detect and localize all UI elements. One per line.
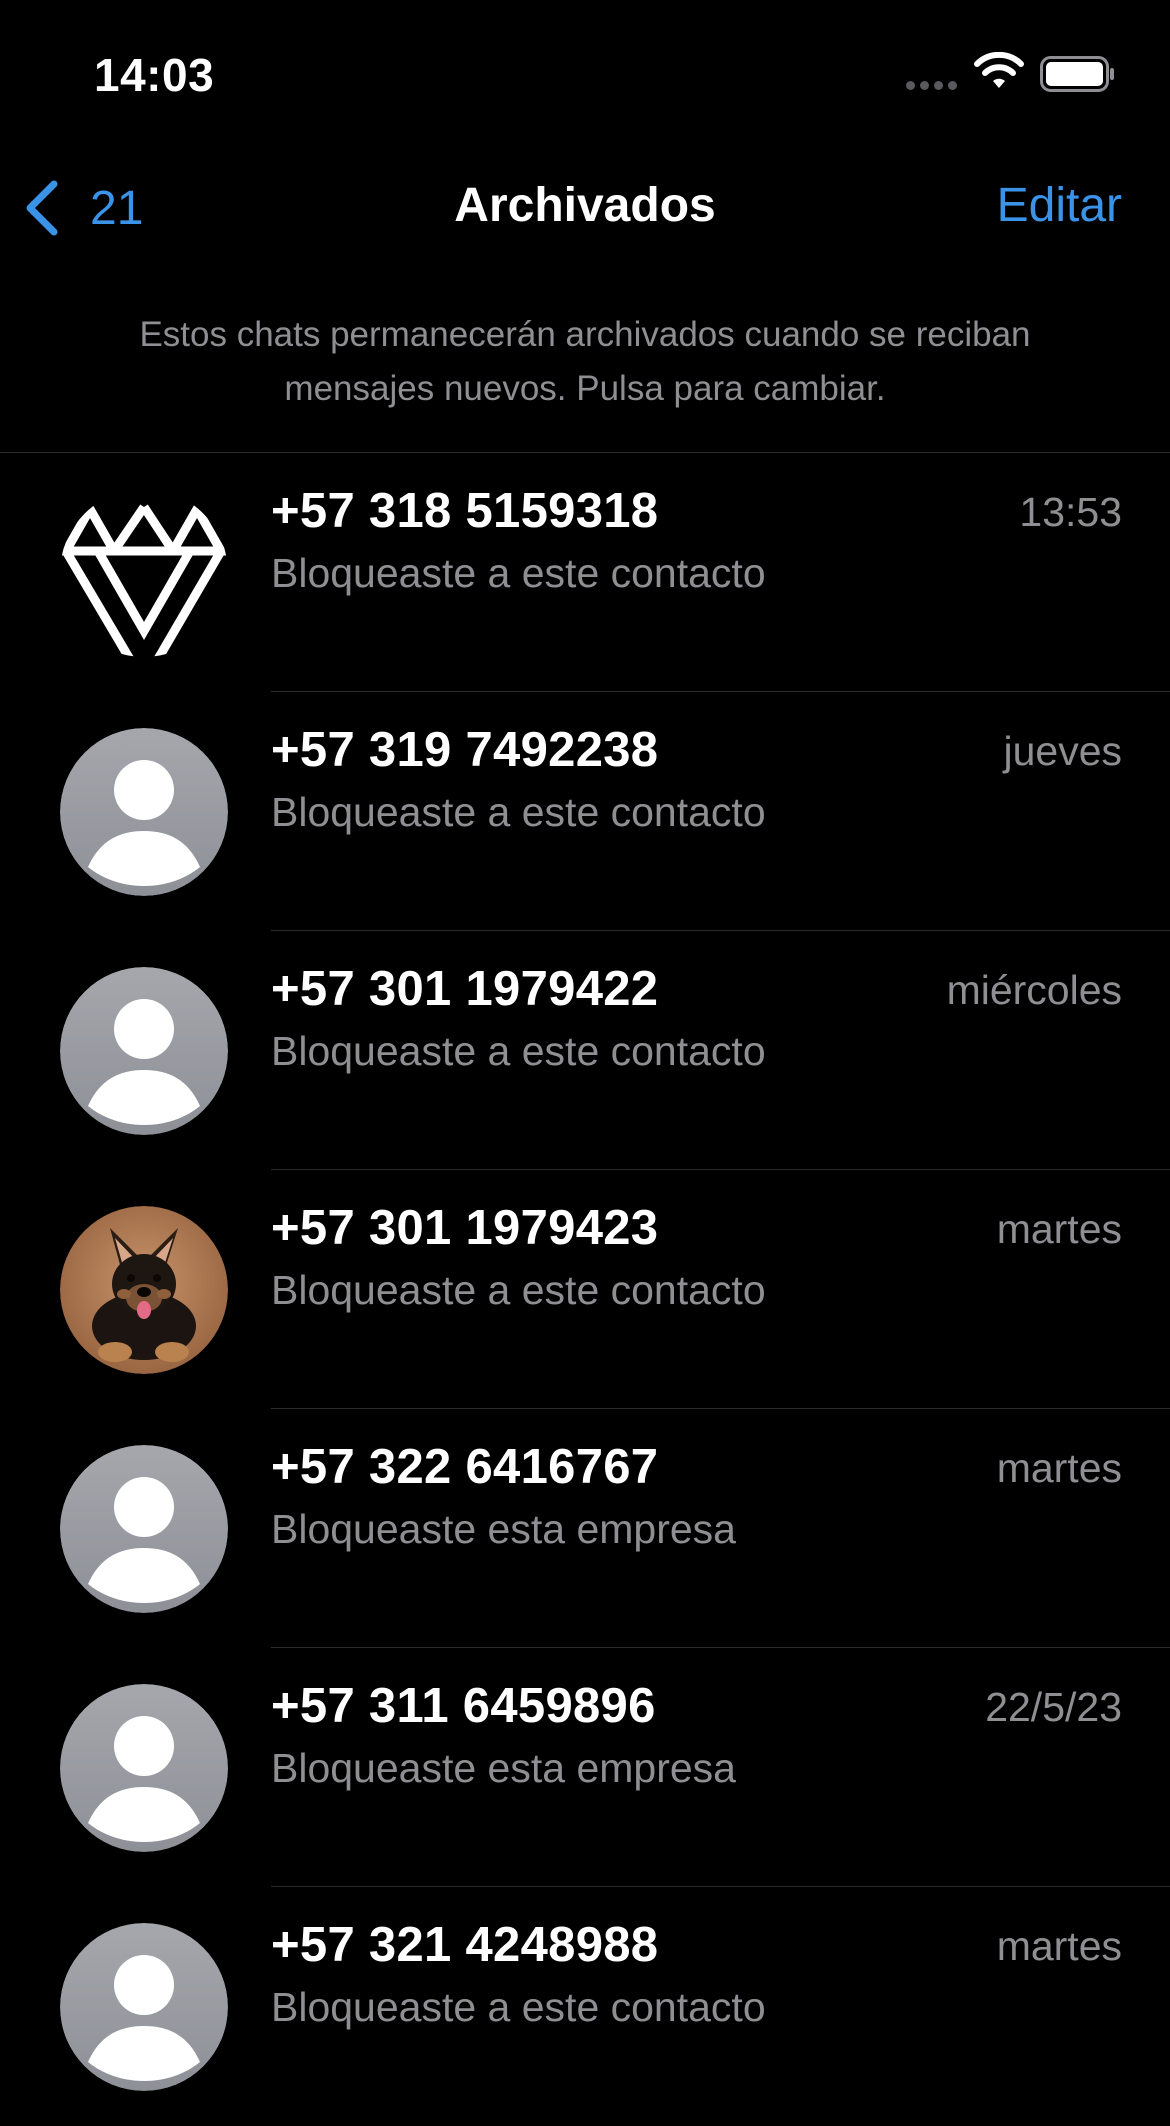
wifi-icon bbox=[974, 52, 1024, 88]
chat-name: +57 318 5159318 bbox=[271, 484, 659, 538]
chat-name: +57 321 4248988 bbox=[271, 1918, 659, 1972]
chat-row[interactable]: +57 321 4248988 martes Bloqueaste a este… bbox=[0, 1887, 1170, 2126]
chat-row[interactable]: +57 318 5159318 13:53 Bloqueaste a este … bbox=[0, 453, 1170, 692]
chat-date: martes bbox=[996, 1923, 1122, 1969]
chat-name: +57 301 1979422 bbox=[271, 962, 659, 1016]
status-time: 14:03 bbox=[94, 49, 215, 101]
chat-row[interactable]: +57 311 6459896 22/5/23 Bloqueaste esta … bbox=[0, 1648, 1170, 1887]
default-person-icon bbox=[60, 1445, 228, 1613]
chat-name: +57 311 6459896 bbox=[271, 1679, 656, 1733]
default-person-icon bbox=[60, 967, 228, 1135]
puppy-photo bbox=[60, 1206, 228, 1374]
edit-button[interactable]: Editar bbox=[997, 178, 1122, 233]
page-title: Archivados bbox=[454, 179, 716, 232]
chat-name: +57 322 6416767 bbox=[271, 1440, 659, 1494]
chat-list: +57 318 5159318 13:53 Bloqueaste a este … bbox=[0, 453, 1170, 2126]
chat-preview: Bloqueaste a este contacto bbox=[271, 1984, 766, 2030]
chat-preview: Bloqueaste esta empresa bbox=[271, 1745, 736, 1791]
navigation-bar: 21 Archivados Editar bbox=[0, 160, 1170, 256]
status-bar: 14:03 bbox=[0, 0, 1170, 150]
chat-preview: Bloqueaste a este contacto bbox=[271, 1267, 766, 1313]
chat-date: 22/5/23 bbox=[985, 1684, 1122, 1730]
default-person-icon bbox=[60, 728, 228, 896]
chat-row[interactable]: +57 301 1979422 miércoles Bloqueaste a e… bbox=[0, 931, 1170, 1170]
default-person-icon bbox=[60, 1684, 228, 1852]
chat-date: 13:53 bbox=[1019, 489, 1122, 535]
chat-date: martes bbox=[996, 1206, 1122, 1252]
signal-dots-icon bbox=[906, 81, 958, 91]
battery-icon bbox=[1040, 56, 1114, 92]
chat-name: +57 301 1979423 bbox=[271, 1201, 659, 1255]
chat-preview: Bloqueaste a este contacto bbox=[271, 550, 766, 596]
chat-date: miércoles bbox=[946, 967, 1122, 1013]
geometric-logo-icon bbox=[60, 489, 228, 657]
chat-name: +57 319 7492238 bbox=[271, 723, 659, 777]
archive-notice[interactable]: Estos chats permanecerán archivados cuan… bbox=[100, 308, 1070, 416]
chat-row[interactable]: +57 322 6416767 martes Bloqueaste esta e… bbox=[0, 1409, 1170, 1648]
chat-date: jueves bbox=[1003, 728, 1122, 774]
chat-date: martes bbox=[996, 1445, 1122, 1491]
chat-row[interactable]: +57 319 7492238 jueves Bloqueaste a este… bbox=[0, 692, 1170, 931]
chat-preview: Bloqueaste a este contacto bbox=[271, 789, 766, 835]
chat-preview: Bloqueaste a este contacto bbox=[271, 1028, 766, 1074]
default-person-icon bbox=[60, 1923, 228, 2091]
chat-row[interactable]: +57 301 1979423 martes Bloqueaste a este… bbox=[0, 1170, 1170, 1409]
chat-preview: Bloqueaste esta empresa bbox=[271, 1506, 736, 1552]
